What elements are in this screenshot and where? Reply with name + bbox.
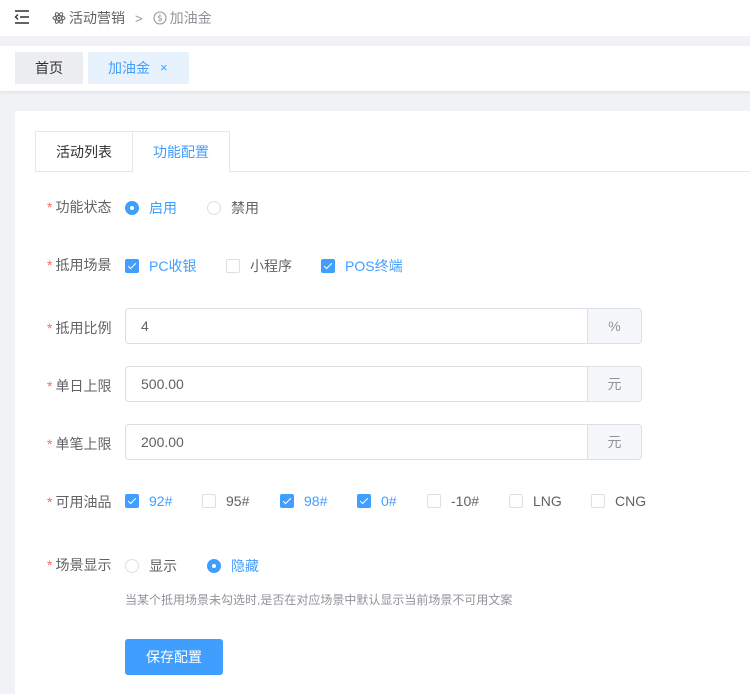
form-label: * 场景显示 [47, 557, 112, 573]
breadcrumb-separator: > [135, 10, 143, 26]
tags-view: 首页 加油金 × [0, 46, 750, 92]
form-label: * 单笔上限 [47, 436, 112, 452]
ratio-input-group: 4 % [125, 308, 642, 344]
required-mark: * [47, 436, 53, 452]
menu-fold-icon[interactable] [14, 10, 30, 24]
checkbox-box [280, 494, 294, 508]
checkbox-fuel-minus10[interactable]: -10# [427, 493, 479, 509]
radio-dot [207, 201, 221, 215]
form-label: * 可用油品 [47, 494, 112, 510]
checkbox-box [427, 494, 441, 508]
checkbox-pos-terminal[interactable]: POS终端 [321, 256, 403, 276]
checkbox-box [357, 494, 371, 508]
breadcrumb-label: 加油金 [169, 10, 212, 26]
checkbox-box [591, 494, 605, 508]
required-mark: * [47, 494, 53, 510]
daily-limit-unit: 元 [587, 366, 642, 402]
checkbox-box [202, 494, 216, 508]
radio-dot [207, 559, 221, 573]
ratio-unit: % [587, 308, 642, 344]
save-config-button[interactable]: 保存配置 [125, 639, 223, 675]
checkbox-mini-program[interactable]: 小程序 [226, 256, 292, 276]
ratio-input[interactable]: 4 [125, 308, 587, 344]
tag-refuel-gold[interactable]: 加油金 × [88, 52, 189, 84]
form-label: * 抵用场景 [47, 257, 112, 273]
tag-home[interactable]: 首页 [15, 52, 83, 84]
coin-icon: $ [153, 11, 167, 25]
checkbox-box [509, 494, 523, 508]
top-bar: 活动营销 > $ 加油金 [0, 0, 750, 36]
single-limit-unit: 元 [587, 424, 642, 460]
radio-dot [125, 201, 139, 215]
tab-activity-list[interactable]: 活动列表 [35, 131, 132, 172]
radio-hide[interactable]: 隐藏 [207, 556, 259, 576]
close-icon[interactable]: × [160, 52, 168, 84]
radio-show[interactable]: 显示 [125, 556, 177, 576]
checkbox-fuel-0[interactable]: 0# [357, 493, 397, 509]
checkbox-box [226, 259, 240, 273]
checkbox-fuel-cng[interactable]: CNG [591, 493, 646, 509]
form-label: * 功能状态 [47, 199, 112, 215]
required-mark: * [47, 199, 53, 215]
checkbox-box [125, 494, 139, 508]
required-mark: * [47, 257, 53, 273]
checkbox-box [125, 259, 139, 273]
radio-enable[interactable]: 启用 [125, 198, 177, 218]
display-hint-text: 当某个抵用场景未勾选时,是否在对应场景中默认显示当前场景不可用文案 [125, 593, 513, 607]
daily-limit-input-group: 500.00 元 [125, 366, 642, 402]
radio-dot [125, 559, 139, 573]
single-limit-input[interactable]: 200.00 [125, 424, 587, 460]
form-label: * 抵用比例 [47, 320, 112, 336]
checkbox-fuel-95[interactable]: 95# [202, 493, 249, 509]
radio-disable[interactable]: 禁用 [207, 198, 259, 218]
required-mark: * [47, 378, 53, 394]
breadcrumb-item-current: $ 加油金 [153, 8, 212, 28]
form-label: * 单日上限 [47, 378, 112, 394]
breadcrumb-item-marketing[interactable]: 活动营销 [52, 8, 125, 28]
checkbox-box [321, 259, 335, 273]
required-mark: * [47, 557, 53, 573]
tab-bar: 活动列表 功能配置 [35, 131, 750, 173]
daily-limit-input[interactable]: 500.00 [125, 366, 587, 402]
required-mark: * [47, 320, 53, 336]
tab-function-config[interactable]: 功能配置 [132, 131, 230, 173]
breadcrumb-label: 活动营销 [69, 10, 125, 26]
main-card: 活动列表 功能配置 * 功能状态 启用 禁用 * 抵用场景 PC收银 小程序 POS… [15, 111, 750, 694]
checkbox-fuel-lng[interactable]: LNG [509, 493, 562, 509]
checkbox-fuel-98[interactable]: 98# [280, 493, 327, 509]
svg-text:$: $ [157, 14, 162, 24]
breadcrumb: 活动营销 > $ 加油金 [52, 8, 212, 28]
single-limit-input-group: 200.00 元 [125, 424, 642, 460]
atom-icon [52, 12, 66, 24]
tag-label: 加油金 [108, 60, 150, 76]
checkbox-fuel-92[interactable]: 92# [125, 493, 172, 509]
checkbox-pc-cashier[interactable]: PC收银 [125, 256, 196, 276]
